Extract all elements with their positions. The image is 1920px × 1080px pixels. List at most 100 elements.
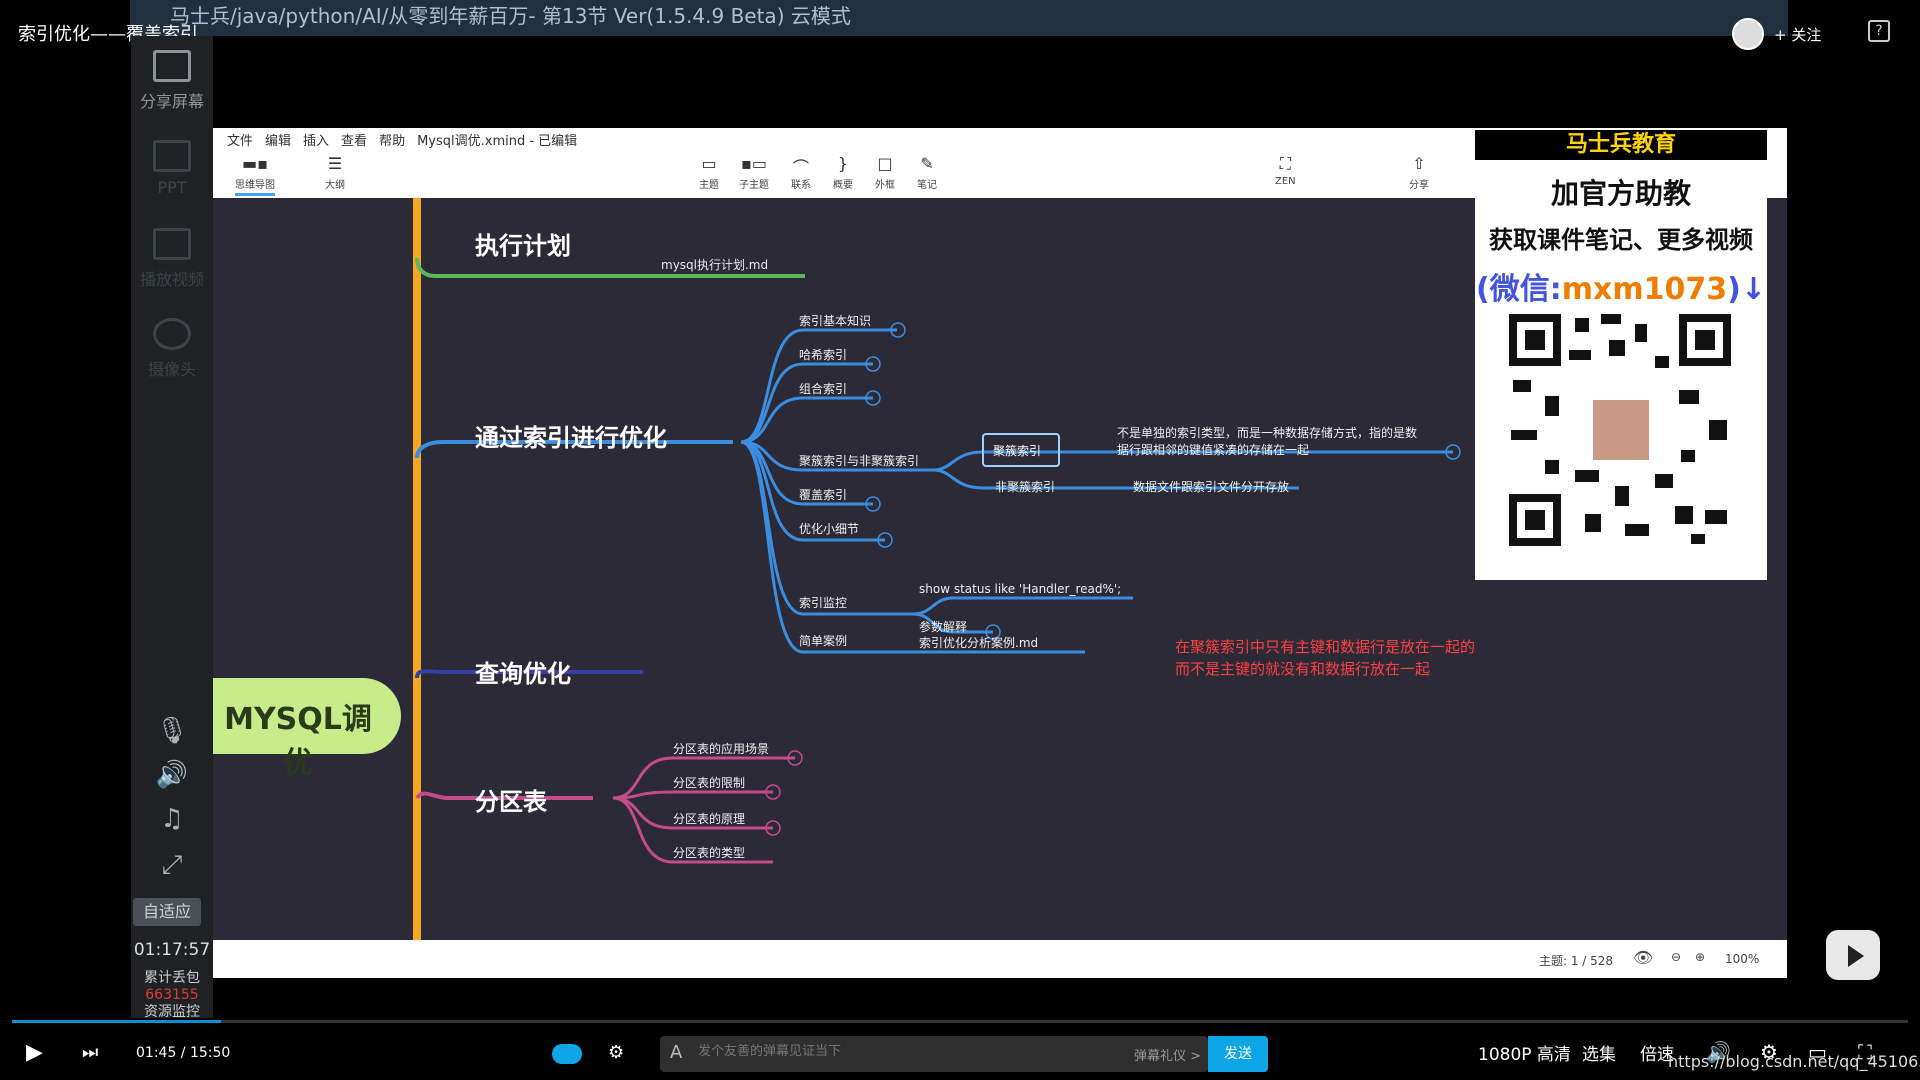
menu-view[interactable]: 查看 bbox=[341, 130, 367, 149]
ad-wechat-suffix: )↓ bbox=[1727, 272, 1766, 307]
summary-button[interactable]: } 概要 bbox=[833, 154, 853, 191]
follow-button[interactable]: + 关注 bbox=[1774, 24, 1821, 45]
branch-index-optimization[interactable]: 通过索引进行优化 bbox=[475, 418, 667, 453]
note-button[interactable]: ✎ 笔记 bbox=[917, 154, 937, 191]
tab-mindmap[interactable]: ▬▪ 思维导图 bbox=[235, 154, 275, 196]
relation-button[interactable]: ⌒ 联系 bbox=[791, 154, 811, 191]
qr-ad-overlay: 马士兵教育 加官方助教 获取课件笔记、更多视频 (微信:mxm1073)↓ bbox=[1475, 130, 1767, 580]
topic-covering-index[interactable]: 覆盖索引 bbox=[799, 486, 847, 503]
zen-button[interactable]: ⛶ ZEN bbox=[1275, 154, 1296, 187]
help-icon[interactable]: ? bbox=[1868, 20, 1890, 42]
menu-help[interactable]: 帮助 bbox=[379, 130, 405, 149]
topic-optimization-details[interactable]: 优化小细节 bbox=[799, 520, 859, 537]
topic-count: 主题: 1 / 528 bbox=[1539, 954, 1614, 968]
live-tool-sidebar: 分享屏幕 PPT 播放视频 摄像头 🎙 🔊 ♫ ⤢ bbox=[131, 36, 213, 1036]
speaker-icon[interactable]: 🔊 bbox=[131, 760, 213, 790]
camera-button[interactable]: 摄像头 bbox=[131, 318, 213, 380]
zen-icon: ⛶ bbox=[1279, 154, 1291, 173]
send-danmu-button[interactable]: 发送 bbox=[1208, 1036, 1268, 1072]
packet-stats: 累计丢包 663155 资源监控 bbox=[131, 970, 213, 1021]
zen-label: ZEN bbox=[1275, 176, 1296, 187]
red-annotation-line2: 而不是主键的就没有和数据行放在一起 bbox=[1175, 660, 1431, 678]
share-button[interactable]: ⇧ 分享 bbox=[1409, 154, 1429, 191]
zoom-in-icon[interactable]: ⊕ bbox=[1695, 950, 1705, 964]
topic-partition-principle[interactable]: 分区表的原理 bbox=[673, 810, 745, 827]
case-link[interactable]: 索引优化分析案例.md bbox=[919, 634, 1038, 651]
menu-file[interactable]: 文件 bbox=[227, 130, 253, 149]
stream-header: 马士兵/java/python/AI/从零到年薪百万- 第13节 Ver(1.5… bbox=[130, 0, 1788, 36]
adapt-button[interactable]: 自适应 bbox=[133, 898, 201, 926]
clustered-note-line2: 据行跟相邻的键值紧凑的存储在一起 bbox=[1117, 443, 1310, 457]
red-annotation-line1: 在聚簇索引中只有主键和数据行是放在一起的 bbox=[1175, 638, 1476, 656]
progress-track[interactable] bbox=[12, 1020, 1908, 1023]
topic-partition-types[interactable]: 分区表的类型 bbox=[673, 844, 745, 861]
danmu-toggle[interactable] bbox=[552, 1044, 582, 1064]
topic-partition-limits[interactable]: 分区表的限制 bbox=[673, 774, 745, 791]
topic-button[interactable]: ▭ 主题 bbox=[699, 154, 719, 191]
play-video-button[interactable]: 播放视频 bbox=[131, 228, 213, 290]
outline-icon: ☰ bbox=[327, 154, 343, 173]
menu-edit[interactable]: 编辑 bbox=[265, 130, 291, 149]
next-icon[interactable]: ⏭ bbox=[82, 1042, 98, 1063]
document-title: Mysql调优.xmind - 已编辑 bbox=[417, 134, 578, 149]
topic-partition-scenarios[interactable]: 分区表的应用场景 bbox=[673, 740, 769, 757]
topic-index-monitoring[interactable]: 索引监控 bbox=[799, 594, 847, 611]
branch-exec-plan[interactable]: 执行计划 bbox=[475, 226, 571, 261]
ppt-icon bbox=[153, 140, 191, 172]
uploader-avatar[interactable] bbox=[1732, 18, 1764, 50]
boundary-button[interactable]: □ 外框 bbox=[875, 154, 895, 191]
root-topic[interactable]: MYSQL调优 bbox=[213, 694, 383, 782]
topic-clustered-vs-nonclustered[interactable]: 聚簇索引与非聚簇索引 bbox=[799, 452, 919, 469]
branch-query-optimization[interactable]: 查询优化 bbox=[475, 654, 571, 689]
ad-wechat-prefix: (微信: bbox=[1476, 272, 1562, 307]
topic-nonclustered-index[interactable]: 非聚簇索引 bbox=[995, 478, 1055, 495]
monitor-param-explain[interactable]: 参数解释 bbox=[919, 618, 967, 635]
csdn-watermark: https://blog.csdn.net/qq_45106361 bbox=[1668, 1052, 1920, 1071]
danmu-style-icon[interactable]: A bbox=[670, 1042, 682, 1063]
episodes-button[interactable]: 选集 bbox=[1582, 1040, 1616, 1065]
follow-area[interactable]: + 关注 bbox=[1732, 18, 1821, 50]
ad-line1: 加官方助教 bbox=[1550, 177, 1691, 210]
zoom-out-icon[interactable]: ⊖ bbox=[1671, 950, 1681, 964]
ad-brand: 马士兵教育 bbox=[1475, 130, 1767, 160]
monitor-command[interactable]: show status like 'Handler_read%'; bbox=[919, 582, 1121, 596]
subtopic-icon: ▪▭ bbox=[741, 154, 767, 173]
relation-icon: ⌒ bbox=[792, 158, 809, 177]
topic-hash-index[interactable]: 哈希索引 bbox=[799, 346, 847, 363]
danmu-etiquette-link[interactable]: 弹幕礼仪 > bbox=[1134, 1045, 1201, 1064]
note-icon: ✎ bbox=[920, 154, 934, 173]
topic-composite-index[interactable]: 组合索引 bbox=[799, 380, 847, 397]
topic-label: 主题 bbox=[699, 180, 719, 191]
play-icon[interactable]: ▶ bbox=[26, 1040, 43, 1065]
summary-label: 概要 bbox=[833, 180, 853, 191]
tab-outline[interactable]: ☰ 大纲 bbox=[325, 154, 345, 191]
music-icon[interactable]: ♫ bbox=[131, 804, 213, 834]
share-screen-label: 分享屏幕 bbox=[139, 92, 204, 111]
topic-clustered-index[interactable]: 聚簇索引 bbox=[993, 442, 1041, 459]
danmu-settings-icon[interactable]: ⚙ bbox=[608, 1042, 624, 1063]
fullscreen-icon[interactable]: ⤢ bbox=[131, 850, 213, 881]
play-video-label: 播放视频 bbox=[139, 270, 204, 289]
danmu-input[interactable] bbox=[698, 1044, 1078, 1059]
eye-icon[interactable]: 👁 bbox=[1633, 948, 1653, 967]
zoom-level[interactable]: 100% bbox=[1725, 952, 1759, 966]
time-display: 01:45 / 15:50 bbox=[136, 1045, 231, 1061]
mic-muted-icon[interactable]: 🎙 bbox=[131, 716, 213, 746]
play-video-icon bbox=[153, 228, 191, 260]
danmu-input-box[interactable]: A 弹幕礼仪 > bbox=[660, 1036, 1208, 1072]
bilibili-logo-icon bbox=[1826, 930, 1880, 980]
topic-index-basics[interactable]: 索引基本知识 bbox=[799, 312, 871, 329]
branch-partition-table[interactable]: 分区表 bbox=[475, 782, 547, 817]
menu-insert[interactable]: 插入 bbox=[303, 130, 329, 149]
share-screen-button[interactable]: 分享屏幕 bbox=[131, 50, 213, 112]
exec-plan-link[interactable]: mysql执行计划.md bbox=[661, 256, 768, 273]
boundary-label: 外框 bbox=[875, 180, 895, 191]
subtopic-button[interactable]: ▪▭ 子主题 bbox=[739, 154, 769, 191]
stream-header-text: 马士兵/java/python/AI/从零到年薪百万- 第13节 Ver(1.5… bbox=[170, 4, 851, 28]
topic-simple-case[interactable]: 简单案例 bbox=[799, 632, 847, 649]
topic-icon: ▭ bbox=[701, 154, 717, 173]
quality-selector[interactable]: 1080P 高清 bbox=[1478, 1040, 1571, 1065]
ad-wechat: (微信:mxm1073)↓ bbox=[1475, 264, 1767, 308]
share-icon: ⇧ bbox=[1412, 154, 1426, 173]
ppt-button[interactable]: PPT bbox=[131, 140, 213, 197]
